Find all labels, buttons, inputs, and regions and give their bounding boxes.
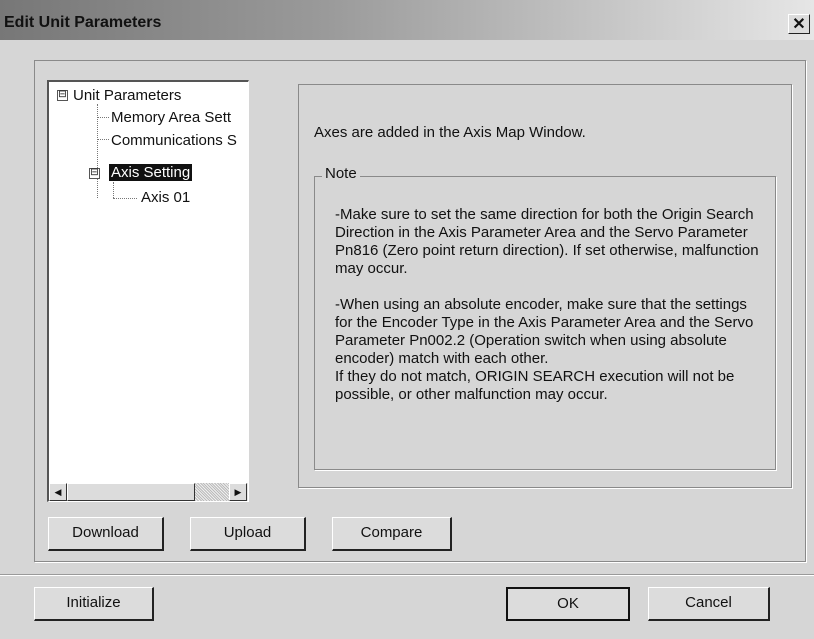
tree-item-axis-01[interactable]: Axis 01 xyxy=(141,189,190,206)
scroll-track[interactable] xyxy=(195,483,229,501)
tree-connector xyxy=(113,182,114,198)
tree-item-communications-settings[interactable]: Communications S xyxy=(111,132,237,149)
collapse-icon[interactable]: ⊟ xyxy=(89,168,100,179)
tree-item-axis-setting[interactable]: Axis Setting xyxy=(109,164,193,181)
note-legend: Note xyxy=(322,165,360,182)
window-title: Edit Unit Parameters xyxy=(4,14,162,31)
ok-button[interactable]: OK xyxy=(506,587,630,621)
left-arrow-icon: ◀ xyxy=(54,487,62,497)
tree-view[interactable]: ⊟ Unit Parameters Memory Area Sett Commu… xyxy=(47,80,249,502)
upload-button[interactable]: Upload xyxy=(190,517,306,551)
tree-item-unit-parameters[interactable]: Unit Parameters xyxy=(73,87,181,104)
compare-button[interactable]: Compare xyxy=(332,517,452,551)
close-icon: ✕ xyxy=(792,16,806,33)
right-arrow-icon: ▶ xyxy=(234,487,242,497)
initialize-button[interactable]: Initialize xyxy=(34,587,154,621)
divider xyxy=(0,574,814,576)
download-button[interactable]: Download xyxy=(48,517,164,551)
tree-connector xyxy=(113,198,137,199)
axis-map-info-text: Axes are added in the Axis Map Window. xyxy=(314,124,586,141)
title-bar: Edit Unit Parameters ✕ xyxy=(0,0,814,40)
tree-connector xyxy=(97,104,98,198)
note-text: -Make sure to set the same direction for… xyxy=(335,206,759,403)
tree-connector xyxy=(97,139,109,140)
tree-item-memory-area-settings[interactable]: Memory Area Sett xyxy=(111,109,231,126)
cancel-button[interactable]: Cancel xyxy=(648,587,770,621)
close-button[interactable]: ✕ xyxy=(788,14,810,34)
scroll-right-button[interactable]: ▶ xyxy=(229,483,247,501)
tree-connector xyxy=(97,117,109,118)
scroll-left-button[interactable]: ◀ xyxy=(49,483,67,501)
collapse-icon[interactable]: ⊟ xyxy=(57,90,68,101)
horizontal-scrollbar[interactable]: ◀ ▶ xyxy=(49,483,248,501)
scroll-thumb[interactable] xyxy=(67,483,195,501)
